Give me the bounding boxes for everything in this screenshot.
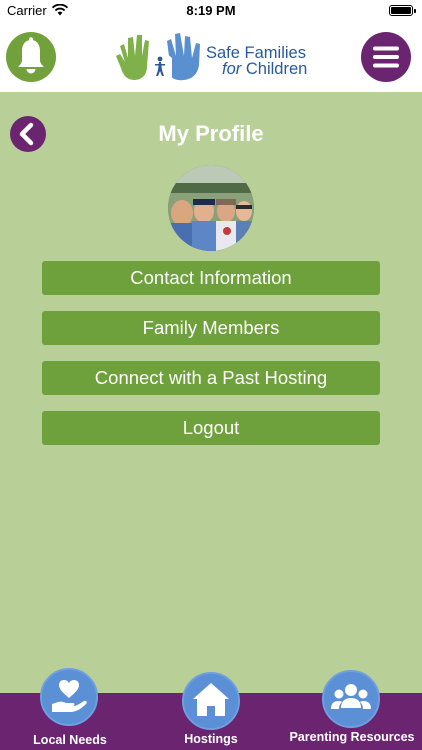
notifications-button[interactable] — [6, 32, 56, 82]
safe-families-logo: Safe Families for Children — [114, 30, 314, 84]
contact-information-button[interactable]: Contact Information — [42, 261, 380, 295]
main-menu-button[interactable] — [361, 32, 411, 82]
logout-button[interactable]: Logout — [42, 411, 380, 445]
logo-text-line2: for Children — [222, 60, 307, 79]
status-bar: Carrier 8:19 PM — [0, 0, 422, 22]
status-time: 8:19 PM — [186, 3, 236, 18]
tab-hostings-label[interactable]: Hostings — [161, 732, 261, 746]
hand-heart-icon — [52, 680, 87, 712]
tab-parenting-resources[interactable] — [322, 670, 380, 728]
house-icon — [193, 683, 229, 716]
profile-avatar[interactable] — [168, 165, 254, 251]
hamburger-menu-icon — [373, 46, 399, 68]
people-group-icon — [331, 684, 371, 709]
tab-hostings[interactable] — [182, 672, 240, 730]
battery-icon — [389, 5, 416, 16]
app-header: Safe Families for Children — [0, 22, 422, 92]
tab-local-needs[interactable] — [40, 668, 98, 726]
logo-text-children: Children — [245, 60, 308, 78]
hands-logo-icon — [116, 33, 200, 81]
tab-parenting-resources-label[interactable]: Parenting Resources — [282, 730, 422, 744]
tab-local-needs-label[interactable]: Local Needs — [20, 733, 120, 747]
page-title: My Profile — [158, 121, 264, 146]
logo-text-for: for — [222, 60, 242, 78]
profile-photo — [168, 165, 254, 251]
connect-past-hosting-button[interactable]: Connect with a Past Hosting — [42, 361, 380, 395]
family-members-button[interactable]: Family Members — [42, 311, 380, 345]
bell-icon — [18, 37, 44, 74]
